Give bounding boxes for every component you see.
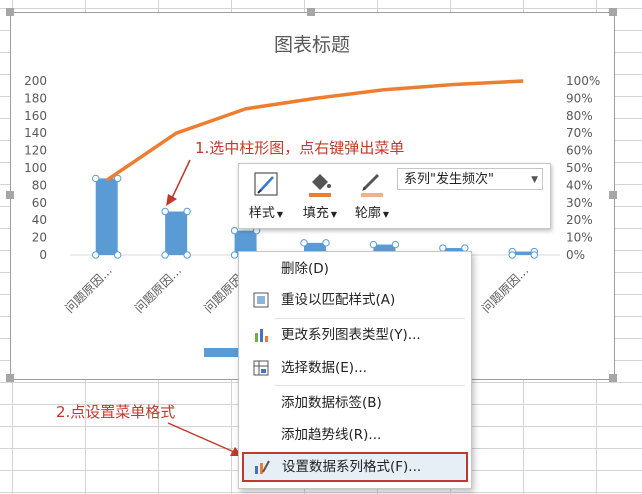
- menu-item-reset-style[interactable]: 重设以匹配样式(A): [241, 285, 467, 315]
- reset-style-icon: [253, 292, 269, 308]
- style-label: 样式: [248, 206, 275, 221]
- mini-format-toolbar: 样式 ▼ 填充 ▼ 轮廓 ▼ 系列"发生频次" ▼: [238, 163, 551, 229]
- menu-item-label: 设置数据系列格式(F)...: [282, 459, 422, 475]
- y-axis-left-tick-label: 40: [32, 213, 47, 227]
- series-select-dropdown[interactable]: 系列"发生频次" ▼: [397, 168, 543, 190]
- chevron-down-icon: ▼: [330, 210, 338, 219]
- y-axis-right-tick-label: 40%: [566, 178, 593, 192]
- bar-selection-handle[interactable]: [230, 226, 239, 235]
- bar-selection-handle[interactable]: [161, 251, 169, 259]
- chevron-down-icon: ▼: [531, 175, 538, 185]
- outline-button[interactable]: 轮廓 ▼: [351, 168, 393, 224]
- outline-pencil-icon: [361, 173, 383, 197]
- y-axis-right-tick-label: 30%: [566, 196, 593, 210]
- y-axis-left-tick-label: 200: [24, 74, 47, 88]
- menu-item-change-chart-type[interactable]: 更改系列图表类型(Y)...: [241, 320, 467, 350]
- fill-label: 填充: [302, 206, 329, 221]
- bar[interactable]: [165, 211, 188, 256]
- y-axis-left-tick-label: 100: [24, 161, 47, 175]
- bar-selection-handle[interactable]: [322, 239, 330, 247]
- x-axis-category-label: 问题原因…: [132, 263, 184, 315]
- y-axis-right-tick-label: 70%: [566, 126, 593, 140]
- x-axis-category-label: 问题原因…: [62, 263, 114, 315]
- paint-bucket-icon: [309, 174, 331, 197]
- y-axis-right-tick-label: 60%: [566, 144, 593, 158]
- y-axis-left-tick-label: 120: [24, 144, 47, 158]
- legend-swatch[interactable]: [204, 348, 238, 357]
- outline-label: 轮廓: [354, 206, 381, 221]
- menu-item-format-data-series[interactable]: 设置数据系列格式(F)...: [242, 452, 468, 482]
- menu-item-add-data-labels[interactable]: 添加数据标签(B): [241, 388, 467, 418]
- annotation-step-1: 1.选中柱形图，点右键弹出菜单: [195, 139, 405, 157]
- menu-separator: [275, 318, 465, 319]
- bar-selection-handle[interactable]: [114, 251, 122, 259]
- bar-selection-handle[interactable]: [183, 251, 191, 259]
- y-axis-left-tick-label: 20: [32, 231, 47, 245]
- chart-style-brush-icon: [254, 172, 278, 196]
- bar-selection-handle[interactable]: [92, 174, 100, 183]
- y-axis-right-tick-label: 10%: [566, 231, 593, 245]
- bar-selection-handle[interactable]: [508, 251, 516, 259]
- x-axis-category-label: 问题原因…: [479, 263, 531, 315]
- bar-selection-handle[interactable]: [230, 251, 239, 259]
- bar[interactable]: [95, 178, 118, 255]
- menu-item-add-trendline[interactable]: 添加趋势线(R)...: [241, 420, 467, 450]
- chart-type-icon: [255, 329, 268, 342]
- menu-item-label: 重设以匹配样式(A): [281, 292, 396, 308]
- bar-selection-handle[interactable]: [300, 239, 308, 247]
- style-button[interactable]: 样式 ▼: [245, 168, 287, 224]
- select-data-icon: [253, 360, 269, 376]
- y-axis-left-tick-label: 160: [24, 109, 47, 123]
- menu-item-delete[interactable]: 删除(D): [241, 254, 467, 284]
- y-axis-left-tick-label: 80: [32, 178, 47, 192]
- bar-selection-handle[interactable]: [391, 240, 400, 249]
- y-axis-right-tick-label: 80%: [566, 109, 593, 123]
- bar-selection-handle[interactable]: [161, 207, 169, 216]
- bar-selection-handle[interactable]: [530, 251, 538, 259]
- y-axis-right-tick-label: 90%: [566, 91, 593, 105]
- menu-item-label: 选择数据(E)...: [281, 360, 367, 376]
- menu-item-label: 添加趋势线(R)...: [281, 427, 382, 443]
- menu-item-label: 更改系列图表类型(Y)...: [281, 327, 421, 343]
- y-axis-right-tick-label: 0%: [566, 248, 585, 262]
- menu-item-select-data[interactable]: 选择数据(E)...: [241, 353, 467, 383]
- annotation-step-2: 2.点设置菜单格式: [56, 403, 176, 421]
- menu-item-label: 删除(D): [281, 261, 329, 277]
- annotation-arrow-1: [166, 159, 191, 206]
- chart-title[interactable]: 图表标题: [274, 34, 350, 56]
- annotation-arrow-2: [167, 422, 242, 456]
- fill-button[interactable]: 填充 ▼: [299, 168, 341, 224]
- context-menu: 删除(D) 重设以匹配样式(A) 更改系列图表类型(Y)... 选择数据(E).…: [238, 251, 472, 489]
- y-axis-right-tick-label: 20%: [566, 213, 593, 227]
- bar-selection-handle[interactable]: [369, 240, 378, 249]
- chevron-down-icon: ▼: [382, 210, 390, 219]
- menu-item-label: 添加数据标签(B): [281, 395, 382, 411]
- format-series-icon: [255, 460, 270, 474]
- y-axis-left-tick-label: 60: [32, 196, 47, 210]
- y-axis-left-tick-label: 140: [24, 126, 47, 140]
- bar-selection-handle[interactable]: [92, 251, 100, 259]
- y-axis-right-tick-label: 50%: [566, 161, 593, 175]
- y-axis-right-tick-label: 100%: [566, 74, 600, 88]
- series-select-value: 系列"发生频次": [404, 172, 494, 187]
- y-axis-left-tick-label: 0: [39, 248, 47, 262]
- y-axis-left-tick-label: 180: [24, 91, 47, 105]
- menu-separator: [275, 385, 465, 386]
- chevron-down-icon: ▼: [276, 210, 284, 219]
- bar-selection-handle[interactable]: [183, 207, 191, 216]
